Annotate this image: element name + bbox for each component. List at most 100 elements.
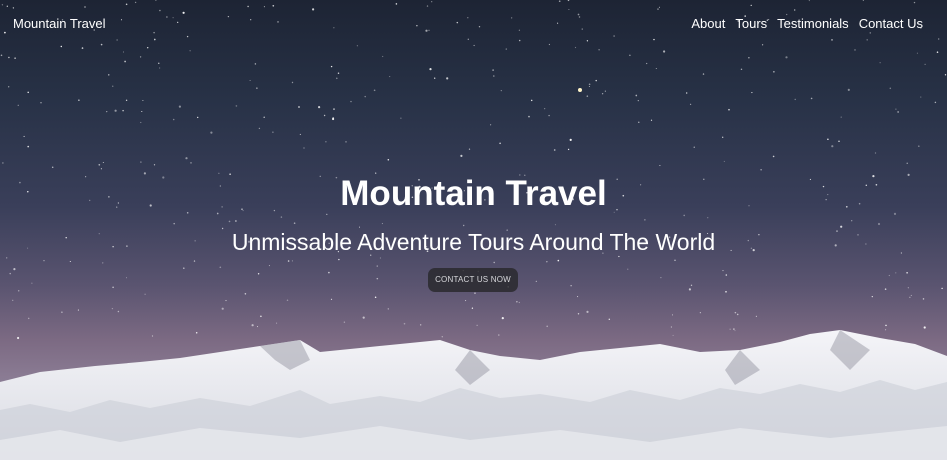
star (492, 69, 494, 71)
star (256, 87, 258, 89)
star (577, 296, 579, 298)
nav-link-testimonials[interactable]: Testimonials (777, 16, 849, 31)
star (40, 102, 42, 104)
star (158, 62, 160, 64)
star (462, 224, 465, 227)
star (699, 312, 701, 314)
star (303, 147, 305, 149)
star (604, 90, 606, 92)
star (235, 220, 237, 222)
star (330, 298, 333, 300)
star (287, 260, 290, 262)
star (569, 138, 572, 141)
star (638, 121, 640, 123)
star (570, 285, 572, 287)
nav-link-about[interactable]: About (691, 16, 725, 31)
star (460, 154, 463, 157)
star (760, 169, 762, 171)
star (98, 163, 101, 166)
star (141, 110, 143, 113)
star (185, 157, 188, 160)
star (51, 166, 54, 168)
star (13, 268, 16, 271)
star (601, 93, 604, 95)
star (434, 77, 436, 79)
star (14, 57, 16, 59)
star (318, 106, 321, 109)
star (500, 90, 502, 92)
star (923, 326, 926, 329)
star (126, 277, 127, 279)
star (871, 295, 873, 298)
star (755, 315, 758, 318)
star (373, 89, 376, 92)
snowy-mountains-image (0, 330, 947, 460)
star (362, 316, 365, 319)
star (228, 220, 231, 223)
star (387, 158, 390, 161)
star (650, 119, 653, 121)
star (618, 255, 620, 258)
star (934, 101, 937, 104)
brand-link[interactable]: Mountain Travel (13, 16, 106, 31)
star (944, 74, 947, 76)
star (671, 314, 674, 316)
star (251, 324, 254, 327)
star (728, 108, 730, 111)
star (254, 63, 257, 65)
hero-subtitle: Unmissable Adventure Tours Around The Wo… (231, 229, 716, 255)
star (879, 62, 881, 64)
star (9, 272, 11, 275)
star (111, 307, 114, 310)
star (505, 48, 507, 50)
star (847, 88, 850, 91)
star (31, 282, 33, 284)
star (748, 57, 750, 59)
star (8, 86, 10, 88)
star (528, 115, 530, 118)
star (785, 56, 788, 59)
star (27, 145, 30, 148)
star (256, 326, 259, 328)
star (465, 300, 467, 302)
star (644, 219, 646, 221)
star (144, 293, 146, 295)
star (884, 288, 887, 290)
star (492, 75, 495, 77)
nav-link-contact-us[interactable]: Contact Us (859, 16, 923, 31)
star (936, 51, 939, 53)
star (293, 222, 296, 225)
star (190, 162, 192, 164)
star (854, 49, 856, 51)
star (173, 222, 175, 225)
star (153, 164, 156, 166)
nav-link-tours[interactable]: Tours (735, 16, 767, 31)
star (178, 105, 181, 108)
star (299, 133, 301, 135)
star (773, 71, 775, 73)
star (276, 322, 278, 324)
star (916, 52, 918, 54)
star (516, 301, 518, 303)
star (219, 266, 222, 269)
star (646, 62, 648, 65)
star (108, 74, 110, 76)
star (683, 214, 685, 217)
star (722, 136, 724, 138)
contact-us-now-button[interactable]: CONTACT US NOW (428, 268, 518, 292)
star (518, 301, 520, 304)
star (530, 99, 533, 102)
star (490, 124, 492, 126)
star (182, 267, 185, 270)
star (827, 138, 829, 141)
star (2, 162, 4, 164)
star (210, 131, 213, 134)
star (142, 100, 144, 101)
star (725, 290, 727, 293)
star (358, 226, 361, 228)
star (501, 317, 504, 320)
star (794, 98, 796, 101)
star (420, 324, 422, 326)
star (323, 114, 326, 117)
star (337, 72, 340, 74)
